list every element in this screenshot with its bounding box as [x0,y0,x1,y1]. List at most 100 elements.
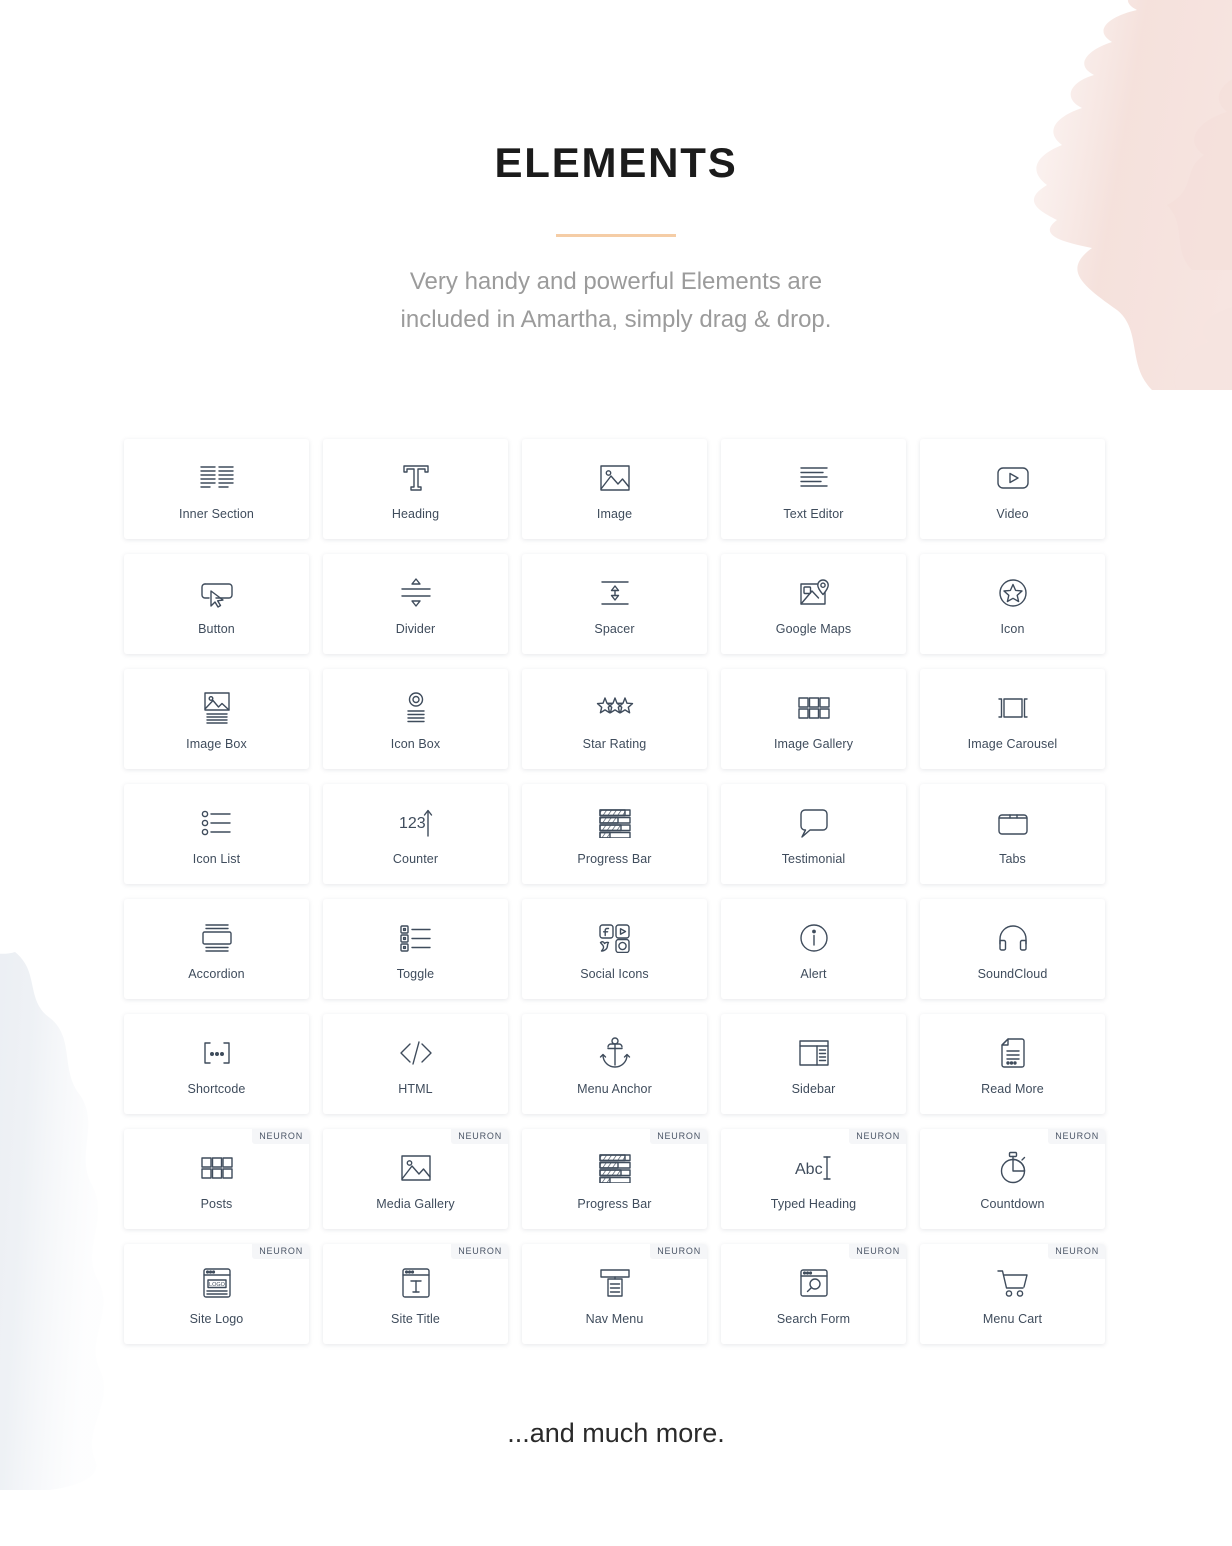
element-card-label: HTML [398,1081,433,1096]
element-card[interactable]: NEURON LOGO Site Logo [124,1244,309,1345]
neuron-badge: NEURON [849,1244,906,1260]
element-card[interactable]: SoundCloud [920,899,1105,1000]
svg-text:LOGO: LOGO [209,1282,226,1288]
neuron-badge: NEURON [849,1129,906,1145]
element-card-label: Icon [1000,621,1025,636]
anchor-icon [599,1032,631,1074]
tabs-folder-icon [996,802,1030,844]
element-card[interactable]: Social Icons [522,899,707,1000]
element-card[interactable]: Sidebar [721,1014,906,1115]
element-card[interactable]: NEURON Abc Typed Heading [721,1129,906,1230]
element-card[interactable]: Icon List [124,784,309,885]
element-card-label: Image Box [186,736,247,751]
section-subtitle: Very handy and powerful Elements are inc… [0,263,1232,338]
element-card-label: Accordion [188,966,245,981]
element-card-label: Sidebar [791,1081,836,1096]
svg-text:Abc: Abc [795,1161,823,1178]
element-card-label: Icon Box [390,736,441,751]
element-card-label: Image Gallery [773,736,854,751]
element-card-label: Alert [800,966,827,981]
element-card-label: Site Logo [189,1311,244,1326]
element-card-label: Site Title [391,1311,440,1326]
element-card[interactable]: Alert [721,899,906,1000]
code-brackets-icon [398,1032,434,1074]
element-card[interactable]: NEURON Nav Menu [522,1244,707,1345]
element-card[interactable]: NEURON Progress Bar [522,1129,707,1230]
section-header: ELEMENTS Very handy and powerful Element… [0,142,1232,338]
neuron-badge: NEURON [451,1244,508,1260]
toggle-list-icon [399,917,433,959]
element-card[interactable]: Toggle [323,899,508,1000]
element-card[interactable]: NEURON Posts [124,1129,309,1230]
element-card-label: Google Maps [775,621,852,636]
sidebar-icon [798,1032,830,1074]
gallery-grid-icon [797,687,831,729]
subtitle-line-2: included in Amartha, simply drag & drop. [400,305,832,333]
element-card-label: Image [596,506,633,521]
element-card[interactable]: Spacer [522,554,707,655]
element-card[interactable]: Image Gallery [721,669,906,770]
element-card-label: Menu Cart [982,1311,1043,1326]
element-card-label: Shortcode [187,1081,246,1096]
element-card[interactable]: NEURON Menu Cart [920,1244,1105,1345]
speech-bubble-icon [798,802,830,844]
element-card[interactable]: Tabs [920,784,1105,885]
element-card[interactable]: Text Editor [721,439,906,540]
element-card-label: Read More [981,1081,1044,1096]
element-card[interactable]: 123 Counter [323,784,508,885]
element-card[interactable]: Icon [920,554,1105,655]
element-card[interactable]: NEURON Media Gallery [323,1129,508,1230]
element-card[interactable]: Image Box [124,669,309,770]
element-card-label: Icon List [192,851,241,866]
element-card[interactable]: Testimonial [721,784,906,885]
element-card-label: Progress Bar [577,851,652,866]
element-card-label: Text Editor [783,506,844,521]
counter-123-icon: 123 [397,802,435,844]
element-card[interactable]: Read More [920,1014,1105,1115]
element-card-label: Heading [391,506,440,521]
element-card-label: Progress Bar [577,1196,652,1211]
element-card-label: Tabs [999,851,1026,866]
elements-grid: Inner Section Heading Image Text Editor … [124,439,1108,1345]
neuron-badge: NEURON [1048,1244,1105,1260]
video-play-icon [995,457,1031,499]
element-card-label: Nav Menu [585,1311,644,1326]
element-card[interactable]: NEURON Search Form [721,1244,906,1345]
element-card[interactable]: Image Carousel [920,669,1105,770]
shopping-cart-icon [996,1262,1030,1304]
element-card-label: Search Form [776,1311,851,1326]
element-card-label: Media Gallery [376,1196,455,1211]
element-card[interactable]: Image [522,439,707,540]
element-card[interactable]: NEURON Countdown [920,1129,1105,1230]
element-card[interactable]: Menu Anchor [522,1014,707,1115]
element-card[interactable]: Star Rating [522,669,707,770]
element-card[interactable]: Google Maps [721,554,906,655]
element-card[interactable]: Video [920,439,1105,540]
element-card[interactable]: Shortcode [124,1014,309,1115]
element-card-label: Image Carousel [967,736,1058,751]
element-card[interactable]: Accordion [124,899,309,1000]
neuron-badge: NEURON [650,1129,707,1145]
element-card-label: Spacer [594,621,635,636]
element-card[interactable]: HTML [323,1014,508,1115]
text-editor-icon [797,457,831,499]
element-card[interactable]: Heading [323,439,508,540]
element-card[interactable]: Divider [323,554,508,655]
headphones-icon [996,917,1030,959]
element-card[interactable]: Icon Box [323,669,508,770]
element-card-label: Inner Section [179,506,254,521]
search-form-icon [799,1262,829,1304]
element-card[interactable]: NEURON Site Title [323,1244,508,1345]
carousel-icon [995,687,1031,729]
social-icons-icon [598,917,632,959]
divider-icon [399,572,433,614]
element-card[interactable]: Button [124,554,309,655]
svg-text:123: 123 [399,815,426,832]
spacer-icon [598,572,632,614]
page-title: ELEMENTS [494,139,738,186]
nav-menu-icon [598,1262,632,1304]
element-card[interactable]: Inner Section [124,439,309,540]
element-card-label: Divider [395,621,436,636]
element-card[interactable]: Progress Bar [522,784,707,885]
element-card-label: Testimonial [781,851,846,866]
